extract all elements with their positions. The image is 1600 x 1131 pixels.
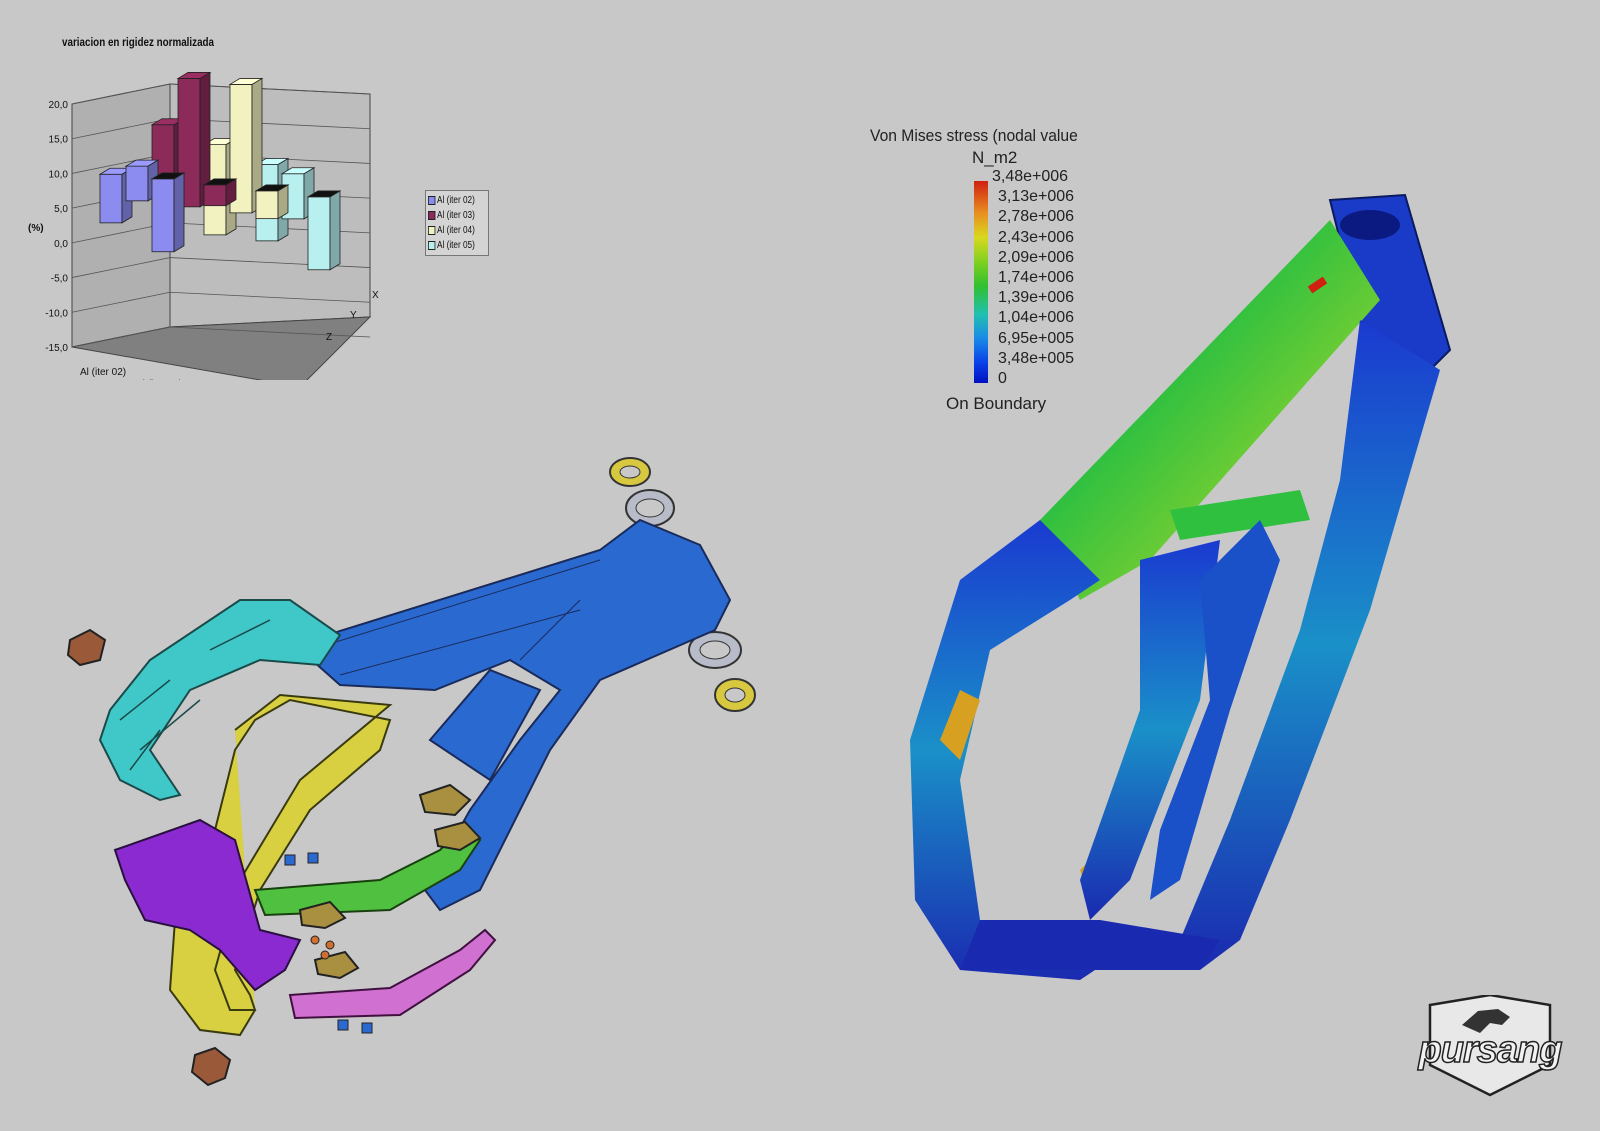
chart-bar (202, 178, 238, 207)
legend-swatch (428, 226, 436, 235)
y-tick-label: 15,0 (49, 135, 69, 146)
y-tick-label: 5,0 (54, 204, 68, 215)
legend-label: Al (iter 03) (437, 210, 475, 221)
legend-swatch (428, 241, 436, 250)
chart-title: variacion en rigidez normalizada (62, 35, 215, 49)
stress-legend-title: Von Mises stress (nodal value (870, 126, 1078, 145)
legend-label: Al (iter 05) (437, 240, 475, 251)
x-category-label: Al (iter 02) (80, 367, 126, 378)
stress-analysis-frame-illustration (910, 193, 1452, 980)
depth-axis-label: Y (350, 310, 357, 321)
pursang-logo: pursang (1410, 995, 1570, 1100)
legend-label: Al (iter 02) (437, 195, 475, 206)
legend-item: Al (iter 03) (428, 208, 476, 223)
chart-bar (150, 172, 186, 253)
y-tick-label: 20,0 (49, 100, 69, 111)
y-axis-label: (%) (28, 223, 44, 234)
depth-axis-label: X (372, 290, 379, 301)
chart-bar (254, 184, 290, 220)
legend-item: Al (iter 04) (428, 223, 476, 238)
depth-axis-label: Z (326, 332, 332, 343)
y-tick-label: -15,0 (45, 343, 68, 354)
legend-swatch (428, 211, 436, 220)
legend-swatch (428, 196, 436, 205)
y-tick-label: -5,0 (51, 274, 69, 285)
y-tick-label: 10,0 (49, 169, 69, 180)
legend-item: Al (iter 02) (428, 193, 476, 208)
exploded-frame-illustration (66, 457, 756, 1087)
legend-item: Al (iter 05) (428, 238, 476, 253)
y-tick-label: -10,0 (45, 308, 68, 319)
rear-loop (910, 520, 1110, 980)
chart-legend: Al (iter 02) Al (iter 03) Al (iter 04) Al (… (425, 190, 489, 256)
logo-text: pursang (1418, 1028, 1563, 1072)
y-tick-label: 0,0 (54, 239, 68, 250)
bracket-part (66, 628, 107, 667)
stress-legend-units: N_m2 (972, 148, 1018, 167)
x-category-label: Al (iter 03) (136, 379, 182, 380)
bracket-part (190, 1046, 232, 1087)
chart-bar (306, 190, 342, 271)
legend-label: Al (iter 04) (437, 225, 475, 236)
plate-part (418, 783, 472, 817)
